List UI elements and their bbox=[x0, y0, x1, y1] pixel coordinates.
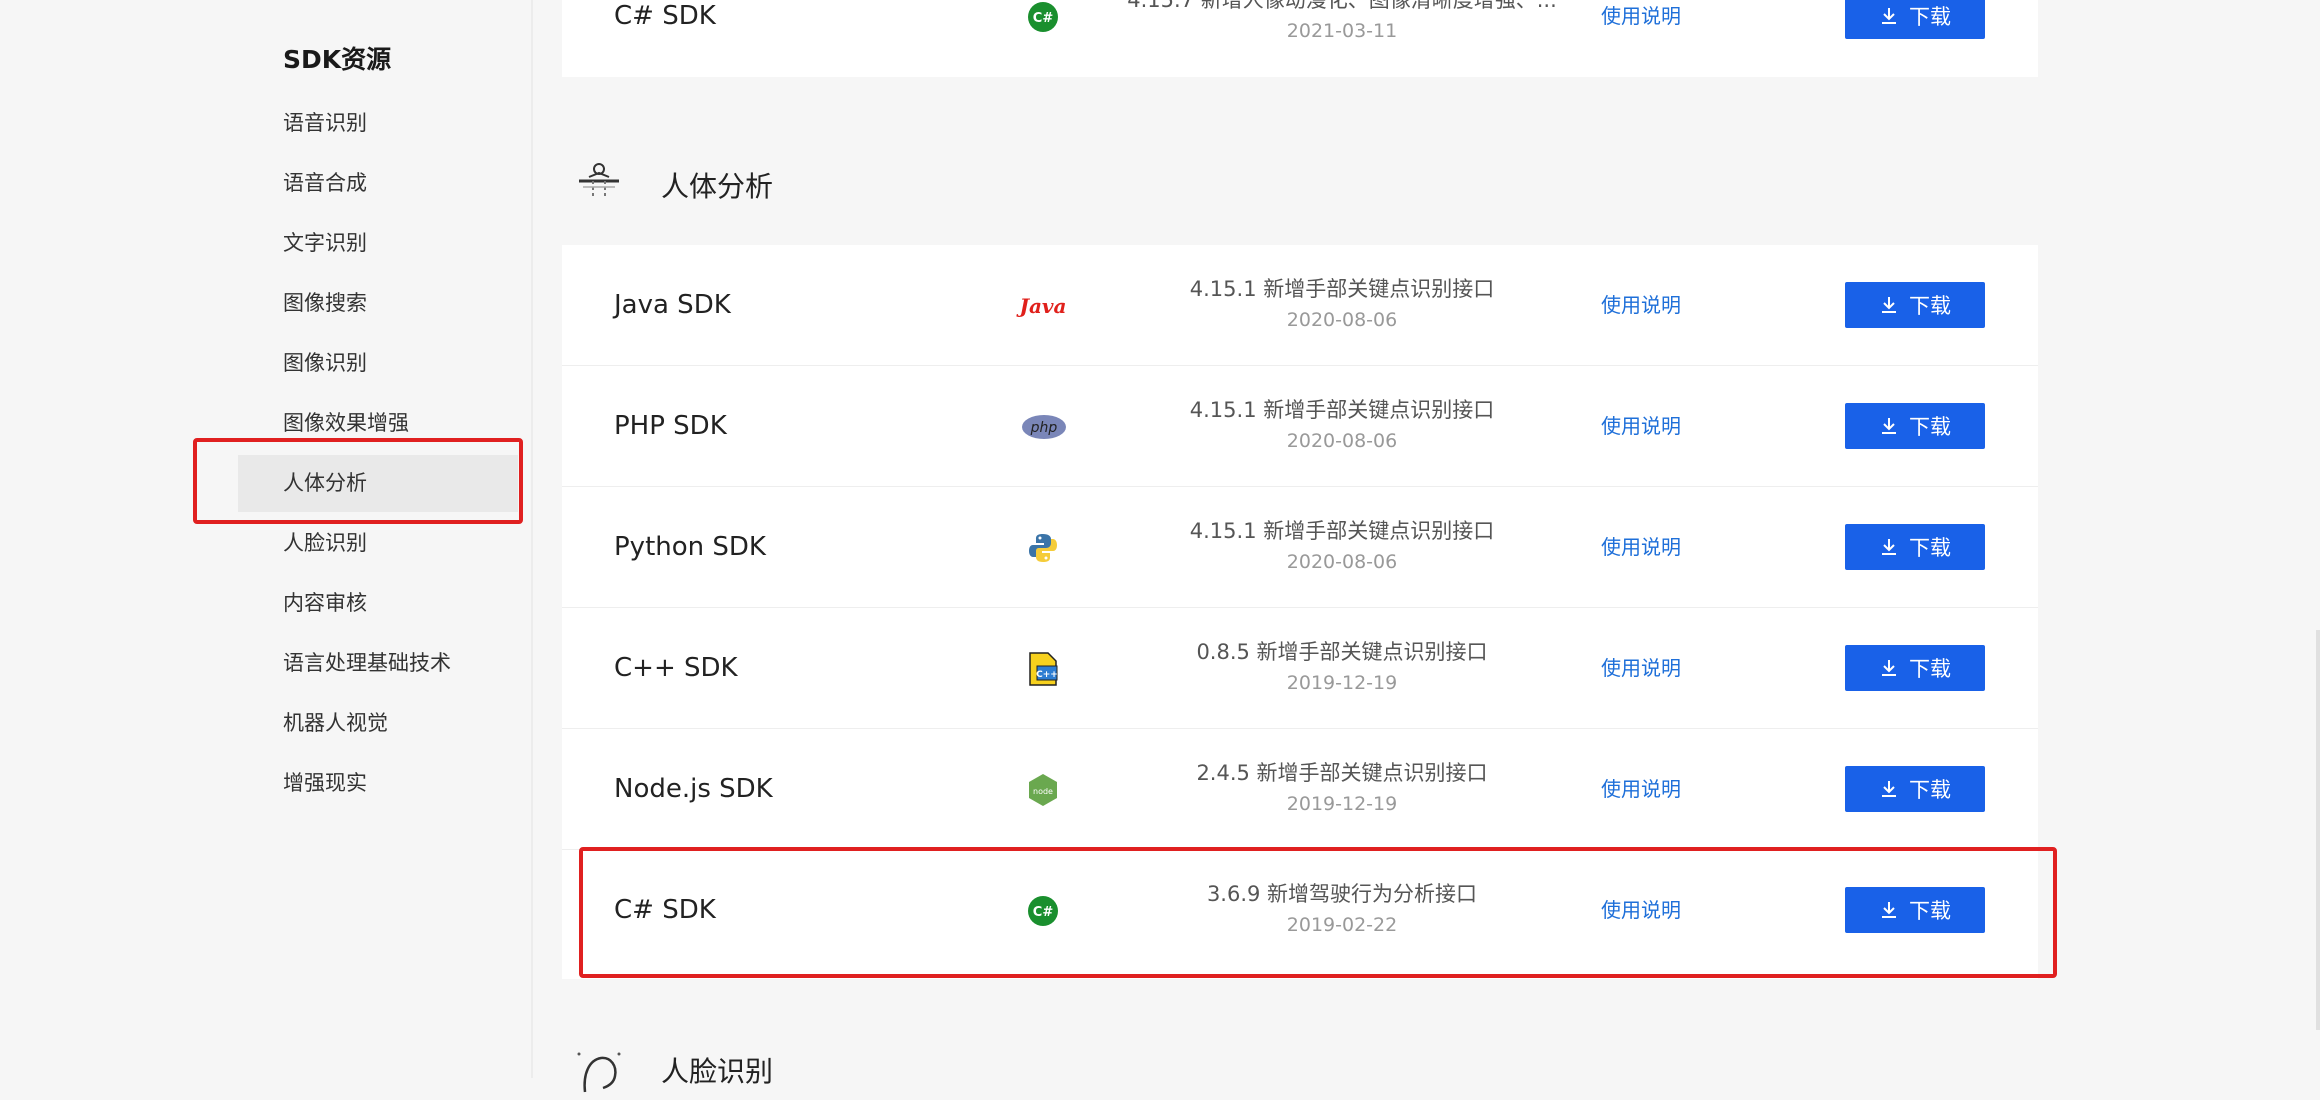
release-date: 2019-02-22 bbox=[1286, 914, 1398, 936]
csharp-icon: C# bbox=[1027, 1, 1059, 33]
table-row: C++ SDK C++ 0.8.5 新增手部关键点识别接口 2019-12-19… bbox=[562, 608, 2038, 729]
release-date: 2021-03-11 bbox=[1286, 20, 1398, 42]
table-row: Java SDK Java 4.15.1 新增手部关键点识别接口 2020-08… bbox=[562, 245, 2038, 366]
sidebar-item-ar[interactable]: 增强现实 bbox=[238, 755, 518, 812]
version-info: 4.15.1 新增手部关键点识别接口 bbox=[1189, 519, 1495, 543]
main-content: C# SDK C# 4.15.7 新增人像动漫化、图像清晰度增强、... 202… bbox=[533, 0, 2320, 1093]
sdk-name: C# SDK bbox=[614, 1, 716, 31]
face-recognition-icon bbox=[577, 1052, 621, 1093]
sdk-name: PHP SDK bbox=[614, 411, 727, 441]
sidebar-item-speech-synthesis[interactable]: 语音合成 bbox=[238, 155, 518, 212]
svg-text:C++: C++ bbox=[1036, 670, 1058, 680]
download-icon bbox=[1882, 902, 1896, 918]
table-row: C# SDK C# 3.6.9 新增驾驶行为分析接口 2019-02-22 使用… bbox=[562, 850, 2038, 971]
download-label: 下载 bbox=[1909, 899, 1951, 923]
sdk-name: C++ SDK bbox=[614, 653, 738, 683]
usage-doc-link[interactable]: 使用说明 bbox=[1601, 729, 1681, 850]
version-info: 0.8.5 新增手部关键点识别接口 bbox=[1196, 640, 1488, 664]
sidebar-item-speech-recognition[interactable]: 语音识别 bbox=[238, 95, 518, 152]
sdk-name: Python SDK bbox=[614, 532, 766, 562]
java-icon: Java bbox=[1019, 294, 1067, 318]
sidebar-item-image-search[interactable]: 图像搜索 bbox=[238, 275, 518, 332]
scrollbar[interactable] bbox=[2316, 630, 2320, 1030]
usage-doc-link[interactable]: 使用说明 bbox=[1601, 487, 1681, 608]
download-button[interactable]: 下载 bbox=[1845, 766, 1985, 812]
usage-doc-link[interactable]: 使用说明 bbox=[1601, 366, 1681, 487]
table-row: C# SDK C# 4.15.7 新增人像动漫化、图像清晰度增强、... 202… bbox=[562, 0, 2038, 77]
download-button[interactable]: 下载 bbox=[1845, 0, 1985, 39]
release-date: 2019-12-19 bbox=[1286, 793, 1398, 815]
sdk-card-previous: C# SDK C# 4.15.7 新增人像动漫化、图像清晰度增强、... 202… bbox=[562, 0, 2038, 77]
sidebar: SDK资源 语音识别 语音合成 文字识别 图像搜索 图像识别 图像效果增强 人体… bbox=[0, 0, 533, 1078]
section-title: 人脸识别 bbox=[661, 1055, 774, 1088]
release-date: 2020-08-06 bbox=[1286, 430, 1398, 452]
usage-doc-link[interactable]: 使用说明 bbox=[1601, 245, 1681, 366]
sidebar-item-image-recognition[interactable]: 图像识别 bbox=[238, 335, 518, 392]
download-button[interactable]: 下载 bbox=[1845, 645, 1985, 691]
release-date: 2020-08-06 bbox=[1286, 309, 1398, 331]
download-icon bbox=[1882, 418, 1896, 434]
version-info: 3.6.9 新增驾驶行为分析接口 bbox=[1206, 882, 1478, 906]
version-info: 2.4.5 新增手部关键点识别接口 bbox=[1196, 761, 1488, 785]
release-date: 2020-08-06 bbox=[1286, 551, 1398, 573]
svg-text:node: node bbox=[1033, 787, 1053, 796]
sdk-card-body-analysis: Java SDK Java 4.15.1 新增手部关键点识别接口 2020-08… bbox=[562, 245, 2038, 979]
version-info: 4.15.1 新增手部关键点识别接口 bbox=[1189, 277, 1495, 301]
sidebar-title: SDK资源 bbox=[283, 45, 392, 74]
download-label: 下载 bbox=[1909, 5, 1951, 29]
download-icon bbox=[1882, 781, 1896, 797]
svg-text:php: php bbox=[1030, 420, 1058, 436]
download-icon bbox=[1882, 539, 1896, 555]
download-button[interactable]: 下载 bbox=[1845, 887, 1985, 933]
usage-doc-link[interactable]: 使用说明 bbox=[1601, 608, 1681, 729]
python-icon bbox=[1027, 532, 1059, 564]
csharp-icon: C# bbox=[1027, 895, 1059, 927]
nodejs-icon: node bbox=[1027, 774, 1059, 806]
sdk-name: C# SDK bbox=[614, 895, 716, 925]
section-header-body-analysis: 人体分析 bbox=[573, 155, 773, 215]
sidebar-item-content-review[interactable]: 内容审核 bbox=[238, 575, 518, 632]
svg-text:C#: C# bbox=[1033, 11, 1054, 26]
table-row: PHP SDK php 4.15.1 新增手部关键点识别接口 2020-08-0… bbox=[562, 366, 2038, 487]
download-label: 下载 bbox=[1909, 415, 1951, 439]
section-header-face-recognition: 人脸识别 bbox=[573, 1040, 773, 1100]
sdk-name: Node.js SDK bbox=[614, 774, 773, 804]
usage-doc-link[interactable]: 使用说明 bbox=[1601, 850, 1681, 971]
download-button[interactable]: 下载 bbox=[1845, 403, 1985, 449]
sidebar-item-body-analysis[interactable]: 人体分析 bbox=[238, 455, 518, 512]
download-button[interactable]: 下载 bbox=[1845, 524, 1985, 570]
download-icon bbox=[1882, 297, 1896, 313]
usage-doc-link[interactable]: 使用说明 bbox=[1601, 0, 1681, 77]
sidebar-item-nlp[interactable]: 语言处理基础技术 bbox=[238, 635, 518, 692]
table-row: Python SDK 4.15.1 新增手部关键点识别接口 2020-08-06… bbox=[562, 487, 2038, 608]
download-label: 下载 bbox=[1909, 657, 1951, 681]
sidebar-item-image-enhancement[interactable]: 图像效果增强 bbox=[238, 395, 518, 452]
download-label: 下载 bbox=[1909, 536, 1951, 560]
sidebar-item-ocr[interactable]: 文字识别 bbox=[238, 215, 518, 272]
body-analysis-icon bbox=[579, 163, 619, 199]
sidebar-item-robot-vision[interactable]: 机器人视觉 bbox=[238, 695, 518, 752]
release-date: 2019-12-19 bbox=[1286, 672, 1398, 694]
download-icon bbox=[1882, 660, 1896, 676]
table-row: Node.js SDK node 2.4.5 新增手部关键点识别接口 2019-… bbox=[562, 729, 2038, 850]
download-button[interactable]: 下载 bbox=[1845, 282, 1985, 328]
section-title: 人体分析 bbox=[661, 170, 774, 203]
download-label: 下载 bbox=[1909, 294, 1951, 318]
php-icon: php bbox=[1021, 411, 1067, 443]
version-info: 4.15.1 新增手部关键点识别接口 bbox=[1189, 398, 1495, 422]
sdk-name: Java SDK bbox=[614, 290, 731, 320]
cpp-icon: C++ bbox=[1027, 652, 1059, 686]
version-info: 4.15.7 新增人像动漫化、图像清晰度增强、... bbox=[1127, 0, 1557, 12]
download-icon bbox=[1882, 8, 1896, 24]
download-label: 下载 bbox=[1909, 778, 1951, 802]
svg-text:C#: C# bbox=[1033, 905, 1054, 920]
sidebar-item-face-recognition[interactable]: 人脸识别 bbox=[238, 515, 518, 572]
